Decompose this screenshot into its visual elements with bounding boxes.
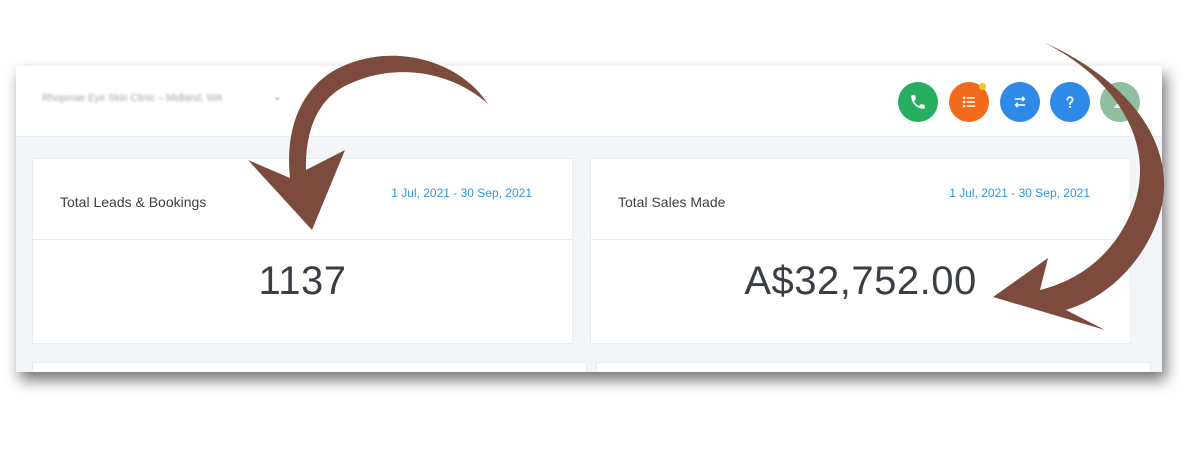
switch-button[interactable] (1000, 82, 1040, 122)
avatar-icon (1114, 96, 1126, 108)
help-button[interactable] (1050, 82, 1090, 122)
call-button[interactable] (898, 82, 938, 122)
tasks-button[interactable] (949, 82, 989, 122)
leads-bookings-card: Total Leads & Bookings 1 Jul, 2021 - 30 … (32, 158, 573, 344)
location-selector[interactable]: Rhopmae Eye Skin Clinic – Midland, WA (42, 93, 222, 104)
divider (33, 239, 572, 240)
chevron-down-icon[interactable]: ⌄ (273, 92, 281, 103)
sales-made-card: Total Sales Made 1 Jul, 2021 - 30 Sep, 2… (590, 158, 1131, 344)
date-range[interactable]: 1 Jul, 2021 - 30 Sep, 2021 (391, 186, 532, 200)
list-icon (963, 96, 975, 108)
metric-value: 1137 (258, 259, 347, 303)
dashboard-screenshot: Rhopmae Eye Skin Clinic – Midland, WA ⌄ (16, 66, 1162, 372)
swap-icon (1014, 96, 1026, 108)
divider (591, 239, 1130, 240)
next-card-right (596, 362, 1151, 372)
card-title: Total Leads & Bookings (60, 194, 207, 210)
account-button[interactable] (1100, 82, 1140, 122)
metric-value: A$32,752.00 (744, 259, 977, 303)
next-card-left (32, 362, 587, 372)
question-icon (1066, 96, 1074, 108)
notification-dot (979, 83, 986, 90)
card-title: Total Sales Made (618, 194, 726, 210)
top-bar: Rhopmae Eye Skin Clinic – Midland, WA ⌄ (16, 66, 1162, 137)
phone-icon (911, 95, 925, 109)
date-range[interactable]: 1 Jul, 2021 - 30 Sep, 2021 (949, 186, 1090, 200)
